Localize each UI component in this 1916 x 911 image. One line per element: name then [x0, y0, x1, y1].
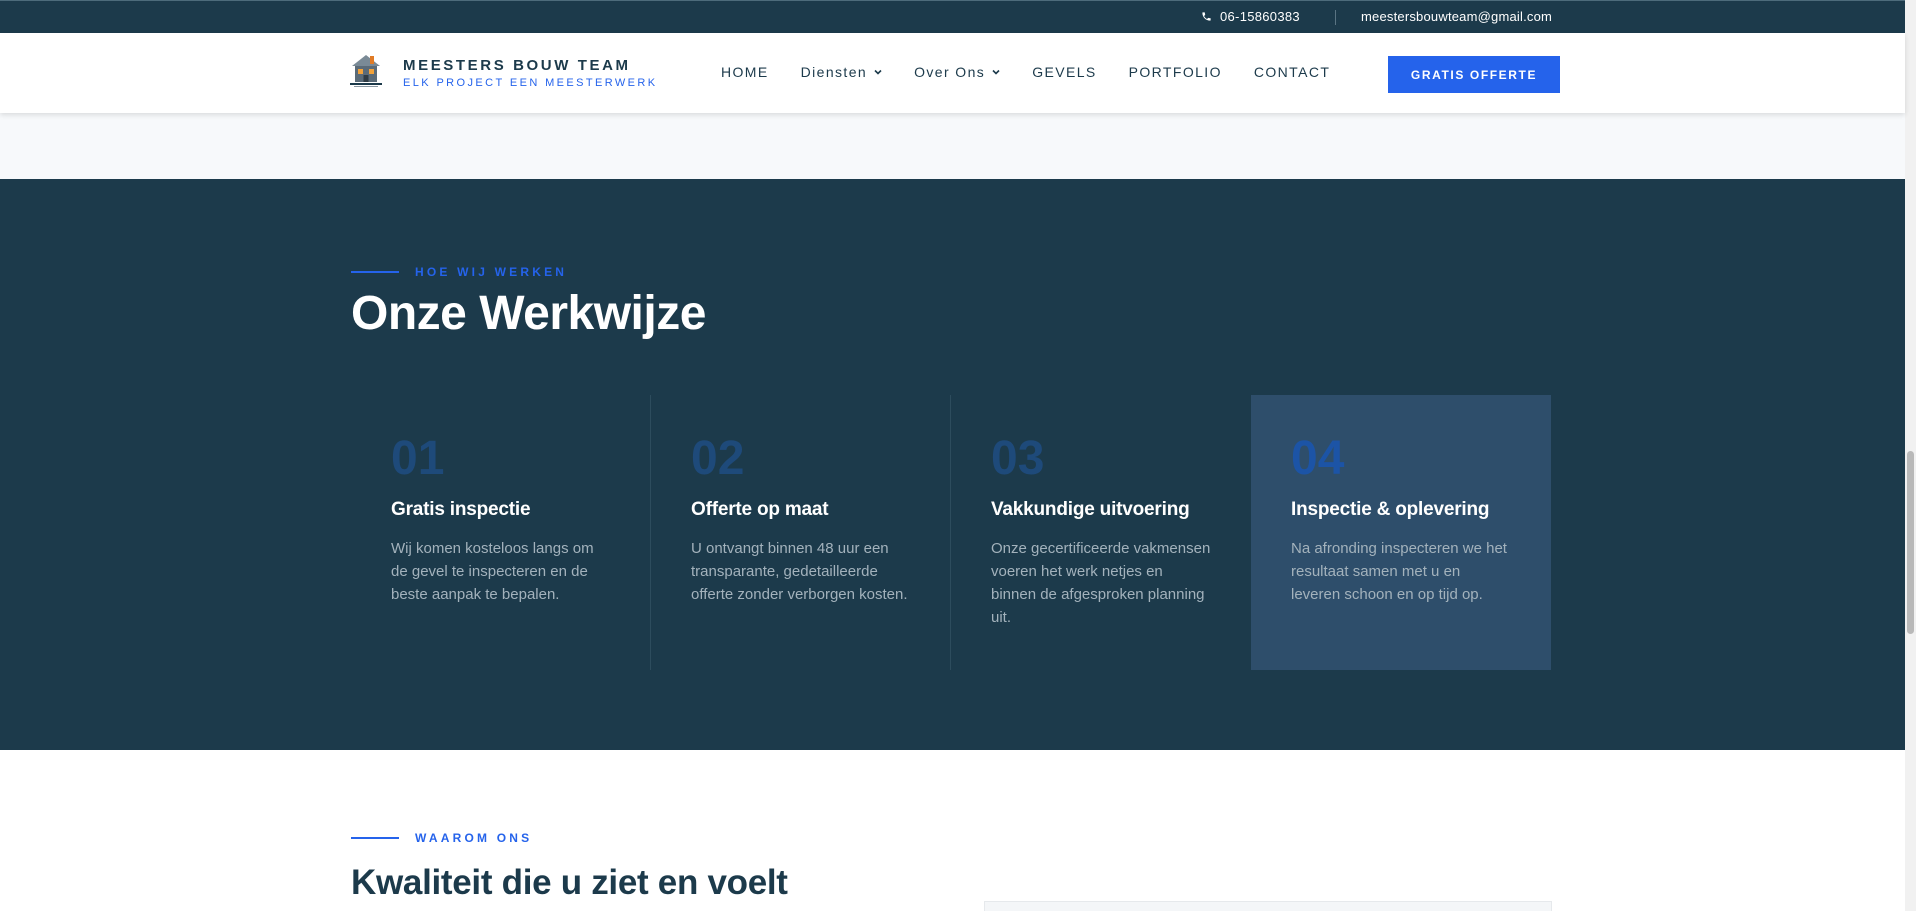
process-step-3: 03 Vakkundige uitvoering Onze gecertific… [951, 395, 1251, 670]
top-info-bar: 06-15860383 meestersbouwteam@gmail.com [0, 0, 1905, 33]
process-step-2: 02 Offerte op maat U ontvangt binnen 48 … [651, 395, 951, 670]
step-description: Onze gecertificeerde vakmensen voeren he… [991, 540, 1211, 626]
step-description: Wij komen kosteloos langs om de gevel te… [391, 540, 594, 603]
nav-portfolio-label: PORTFOLIO [1128, 64, 1222, 80]
company-logo[interactable] [346, 50, 386, 90]
page-scrollbar-thumb[interactable] [1907, 451, 1914, 634]
topbar-email[interactable]: meestersbouwteam@gmail.com [1361, 9, 1552, 24]
free-quote-button[interactable]: GRATIS OFFERTE [1388, 56, 1560, 93]
chevron-down-icon [992, 69, 1000, 75]
why-eyebrow: WAAROM ONS [351, 831, 532, 845]
light-spacer-band [0, 113, 1905, 179]
nav-diensten-label: Diensten [800, 64, 868, 80]
step-number: 01 [391, 432, 445, 485]
step-number: 04 [1291, 432, 1345, 485]
process-eyebrow: HOE WIJ WERKEN [351, 265, 567, 279]
nav-gevels-label: GEVELS [1032, 64, 1097, 80]
nav-diensten[interactable]: Diensten [801, 64, 883, 80]
nav-over-ons-label: Over Ons [914, 64, 986, 80]
nav-contact-label: CONTACT [1253, 64, 1331, 80]
nav-home[interactable]: HOME [721, 64, 769, 80]
why-title: Kwaliteit die u ziet en voelt [351, 863, 788, 902]
process-section: HOE WIJ WERKEN Onze Werkwijze 01 Gratis … [0, 179, 1905, 750]
why-eyebrow-text: WAAROM ONS [415, 831, 533, 845]
main-nav: HOME Diensten Over Ons GEVELS PORTFOLIO … [721, 64, 1330, 80]
brand-tagline: ELK PROJECT EEN MEESTERWERK [403, 77, 658, 89]
nav-home-label: HOME [721, 64, 769, 80]
step-title: Inspectie & oplevering [1291, 499, 1490, 520]
process-title: Onze Werkwijze [351, 287, 706, 340]
step-title: Offerte op maat [691, 499, 829, 520]
topbar-separator [1335, 10, 1336, 25]
nav-portfolio[interactable]: PORTFOLIO [1129, 64, 1222, 80]
step-description: U ontvangt binnen 48 uur een transparant… [691, 540, 908, 603]
nav-gevels[interactable]: GEVELS [1032, 64, 1096, 80]
topbar-phone[interactable]: 06-15860383 [1201, 9, 1300, 24]
process-step-4: 04 Inspectie & oplevering Na afronding i… [1251, 395, 1551, 670]
process-eyebrow-text: HOE WIJ WERKEN [415, 265, 568, 279]
eyebrow-line [351, 271, 399, 273]
phone-number[interactable]: 06-15860383 [1220, 9, 1300, 24]
process-step-1: 01 Gratis inspectie Wij komen kosteloos … [351, 395, 651, 670]
nav-contact[interactable]: CONTACT [1254, 64, 1330, 80]
step-title: Gratis inspectie [391, 499, 531, 520]
eyebrow-line [351, 837, 399, 839]
brand-name[interactable]: MEESTERS BOUW TEAM [403, 57, 631, 74]
phone-icon [1202, 12, 1211, 21]
nav-over-ons[interactable]: Over Ons [914, 64, 1001, 80]
why-feature-panel [984, 901, 1552, 911]
step-description: Na afronding inspecteren we het resultaa… [1291, 540, 1507, 603]
chevron-down-icon [874, 69, 882, 75]
step-number: 02 [691, 432, 745, 485]
step-number: 03 [991, 432, 1045, 485]
main-header: MEESTERS BOUW TEAM ELK PROJECT EEN MEEST… [0, 33, 1905, 113]
step-title: Vakkundige uitvoering [991, 499, 1190, 520]
